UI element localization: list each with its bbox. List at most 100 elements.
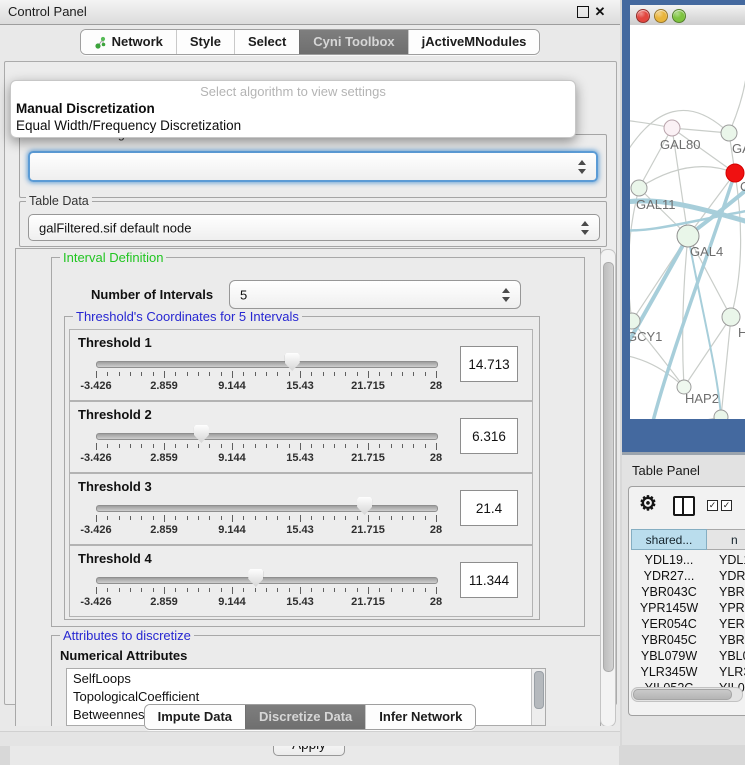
tick-mark (391, 516, 392, 520)
numerical-attributes-label: Numerical Attributes (60, 648, 187, 663)
node-label: H (738, 325, 745, 340)
slider-track[interactable] (96, 505, 438, 512)
checkbox-icon[interactable]: ✓ (707, 500, 718, 511)
number-of-intervals-select[interactable]: 5 (229, 280, 521, 309)
dropdown-option[interactable]: Equal Width/Frequency Discretization (16, 118, 241, 133)
threshold-value-field[interactable]: 21.4 (460, 490, 518, 526)
tab-select[interactable]: Select (234, 30, 299, 54)
slider-thumb[interactable] (285, 353, 300, 371)
table-row[interactable]: YLR345WYLR3 (629, 665, 745, 681)
tab-cyni-toolbox[interactable]: Cyni Toolbox (299, 30, 407, 54)
slider-thumb[interactable] (248, 569, 263, 587)
attribute-item[interactable]: TopologicalCoefficient (73, 689, 199, 704)
tab-impute-data[interactable]: Impute Data (145, 705, 245, 729)
tick-mark (164, 515, 165, 522)
tab-label: Select (248, 30, 286, 54)
top-tab-bar: NetworkStyle Select Cyni Toolbox jActiveMNo… (0, 29, 620, 57)
cell-name: YBR0 (719, 633, 745, 647)
network-node[interactable] (722, 308, 740, 326)
network-canvas[interactable]: GAL80GACGAL11GAL4GCY1HHAP2 (630, 25, 745, 419)
panel-scrollbar[interactable] (600, 249, 616, 727)
slider-track[interactable] (96, 577, 438, 584)
tick-mark (243, 444, 244, 448)
checkbox-icon[interactable]: ✓ (721, 500, 732, 511)
tick-mark (243, 372, 244, 376)
network-edge[interactable] (630, 355, 684, 387)
network-edge[interactable] (630, 110, 729, 160)
bottom-tab-bar: Impute DataDiscretize DataInfer Network (0, 704, 620, 732)
float-window-icon[interactable] (577, 6, 589, 18)
tick-mark (243, 516, 244, 520)
tab-label: jActiveMNodules (422, 30, 527, 54)
network-node[interactable] (721, 125, 737, 141)
scrollbar-thumb[interactable] (603, 262, 614, 672)
panel-title: Control Panel (8, 4, 87, 19)
network-edge[interactable] (721, 317, 731, 417)
table-row[interactable]: YPR145WYPR1 (629, 601, 745, 617)
split-columns-icon[interactable] (673, 496, 695, 516)
algorithm-select[interactable] (28, 151, 598, 182)
tick-label: 2.859 (150, 596, 178, 608)
table-row[interactable]: YBR045CYBR0 (629, 633, 745, 649)
network-view-window[interactable]: GAL80GACGAL11GAL4GCY1HHAP2 (622, 0, 745, 452)
horizontal-scrollbar[interactable] (631, 687, 743, 702)
network-edge[interactable] (639, 167, 735, 188)
tab-discretize-data[interactable]: Discretize Data (245, 705, 365, 729)
network-edge[interactable] (684, 317, 731, 387)
network-edge[interactable] (630, 417, 721, 419)
threshold-label: Threshold 4 (78, 551, 152, 566)
table-row[interactable]: YBR043CYBR0 (629, 585, 745, 601)
tick-mark (277, 372, 278, 376)
table-row[interactable]: YER054CYER0 (629, 617, 745, 633)
slider-thumb[interactable] (194, 425, 209, 443)
tick-mark (107, 372, 108, 376)
threshold-box: Threshold 1-3.4262.8599.14415.4321.71528… (69, 329, 533, 401)
network-node[interactable] (714, 410, 728, 419)
close-icon[interactable]: ✕ (594, 6, 606, 18)
network-node[interactable] (664, 120, 680, 136)
node-label: GAL80 (660, 137, 700, 152)
combo-stepper-icon (578, 160, 587, 174)
dropdown-option[interactable]: Manual Discretization (16, 101, 155, 116)
network-window-titlebar[interactable] (630, 5, 745, 26)
tick-mark (391, 444, 392, 448)
tick-label: 28 (430, 452, 442, 464)
table-data-select[interactable]: galFiltered.sif default node (28, 214, 600, 241)
threshold-value-field[interactable]: 11.344 (460, 562, 518, 598)
column-header-shared-name[interactable]: shared... (631, 529, 707, 550)
zoom-traffic-icon[interactable] (672, 9, 686, 23)
network-edge[interactable] (672, 128, 729, 133)
tab-network[interactable]: Network (81, 30, 176, 54)
column-header-name[interactable]: n (707, 529, 745, 550)
table-row[interactable]: YBL079WYBL0 (629, 649, 745, 665)
network-node[interactable] (631, 180, 647, 196)
network-edge[interactable] (729, 45, 745, 133)
slider-thumb[interactable] (357, 497, 372, 515)
slider-track[interactable] (96, 433, 438, 440)
minimize-traffic-icon[interactable] (654, 9, 668, 23)
tick-mark (187, 588, 188, 592)
table-row[interactable]: YDL19...YDL1 (629, 553, 745, 569)
tab-style[interactable]: Style (176, 30, 234, 54)
table-row[interactable]: YDR27...YDR2 (629, 569, 745, 585)
tab-infer-network[interactable]: Infer Network (365, 705, 475, 729)
threshold-value-field[interactable]: 14.713 (460, 346, 518, 382)
attribute-item[interactable]: SelfLoops (73, 671, 131, 686)
tick-mark (141, 516, 142, 520)
tick-mark (300, 515, 301, 522)
threshold-box: Threshold 3-3.4262.8599.14415.4321.71528… (69, 473, 533, 545)
tick-label: 9.144 (218, 596, 246, 608)
cell-shared-name: YDL19... (631, 553, 707, 567)
gear-icon[interactable]: ⚙ (639, 491, 657, 516)
close-traffic-icon[interactable] (636, 9, 650, 23)
tick-mark (119, 516, 120, 520)
threshold-value-field[interactable]: 6.316 (460, 418, 518, 454)
slider-track[interactable] (96, 361, 438, 368)
tick-mark (175, 588, 176, 592)
tick-mark (413, 372, 414, 376)
tick-mark (209, 372, 210, 376)
tick-mark (119, 588, 120, 592)
threshold-coordinates-group: Threshold's Coordinates for 5 Intervals … (64, 316, 540, 620)
scrollbar-thumb[interactable] (633, 689, 732, 700)
tab-jactivemnodules[interactable]: jActiveMNodules (408, 30, 540, 54)
